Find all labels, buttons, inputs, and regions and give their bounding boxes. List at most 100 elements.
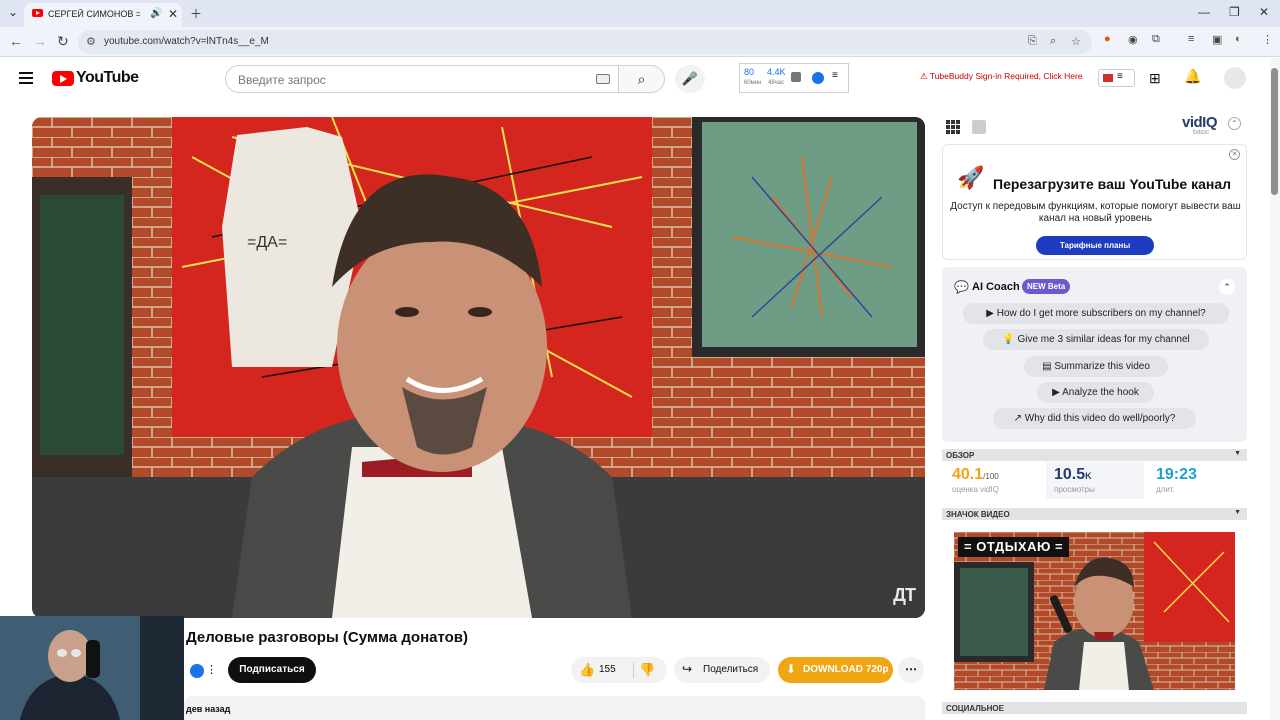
extensions-puzzle-icon[interactable]: ⧉ [1152,33,1160,46]
profile-icon[interactable]: ◐ [1235,33,1242,45]
browser-toolbar: ← → ↻ ⚙ youtube.com/watch?v=lNTn4s__e_M … [0,27,1280,57]
coach-prompt-hook[interactable]: ▶ Analyze the hook [1037,382,1154,403]
description-box[interactable]: дев назад [184,696,925,720]
tb-logo-icon[interactable] [812,72,824,84]
pricing-plans-button[interactable]: Тарифные планы [1036,236,1154,255]
thumbnail-caption: = ОТДЫХАЮ = [958,537,1070,557]
download-icon: ⬇ [786,662,797,676]
voice-search-icon[interactable]: 🎤 [675,65,705,93]
video-player[interactable]: =ДА= ДТ [32,117,925,618]
search-input[interactable]: Введите запрос [225,65,619,93]
webcam-overlay [0,616,184,720]
bookmark-star-icon[interactable]: ☆ [1071,35,1081,48]
chat-bubble-icon: 💬 [954,280,969,294]
forward-icon[interactable]: → [33,34,47,48]
coach-prompt-performance[interactable]: ↗ Why did this video do well/poorly? [993,408,1196,429]
hamburger-menu-icon[interactable] [19,72,33,87]
channel-badge-icon[interactable] [190,664,204,678]
new-tab-icon[interactable]: ＋ [190,5,202,22]
ai-coach-panel: 💬 AI Coach NEW Beta ⌃ ▶ How do I get mor… [942,267,1247,442]
channel-watermark: ДТ [893,585,916,605]
duration-label: длит. [1156,485,1175,494]
restore-icon[interactable]: ❐ [1229,5,1240,19]
vidiq-collapse-icon[interactable]: ⌃ [1228,117,1241,130]
minimize-icon[interactable]: — [1198,5,1210,19]
address-bar[interactable]: ⚙ youtube.com/watch?v=lNTn4s__e_M ⎘ ⌕ ☆ [78,30,1092,54]
video-frame: =ДА= [32,117,925,618]
browser-tab[interactable]: СЕРГЕЙ СИМОНОВ == Де 🔊 ✕ [24,3,182,27]
flag-icon [1103,74,1113,82]
vidiq-score-stat: 40.1/100 оценка vidIQ [944,462,1042,499]
promo-close-icon[interactable]: ✕ [1229,149,1240,160]
youtube-favicon-icon [32,9,43,17]
search-icon: ⌕ [637,71,646,87]
subscribe-button[interactable]: Подписаться [228,657,316,683]
views-value: 10.5K [1054,466,1092,483]
search-button[interactable]: ⌕ [618,65,665,93]
media-queue-icon[interactable]: ≡ [1188,33,1194,45]
menu-lines-icon: ≡ [1117,71,1123,82]
like-count[interactable]: 155 [599,664,616,675]
like-dislike-group: 👍 155 👎 [571,657,667,683]
thumbnail-section-header[interactable]: ЗНАЧОК ВИДЕО ▼ [942,508,1247,520]
youtube-logo-icon[interactable] [52,71,74,86]
tubebuddy-stats-widget[interactable]: 80 60мин 4.4K 48час ≡ [739,63,849,93]
reload-icon[interactable]: ↻ [57,34,69,48]
vidiq-plan-label: basic [1193,129,1210,136]
tb-chart-icon[interactable] [791,72,801,82]
coach-prompt-subscribers[interactable]: ▶ How do I get more subscribers on my ch… [963,303,1229,324]
tab-title: СЕРГЕЙ СИМОНОВ == Де [48,9,140,19]
youtube-header: YouTube Введите запрос ⌕ 🎤 80 60мин 4.4K… [0,58,1270,100]
svg-text:=ДА=: =ДА= [247,234,287,251]
vidiq-grid-icon[interactable] [946,120,960,134]
coach-collapse-icon[interactable]: ⌃ [1219,279,1235,295]
dislike-icon[interactable]: 👎 [639,662,655,678]
vidiq-chart-icon[interactable] [972,120,986,134]
rocket-icon: 🚀 [957,165,985,190]
account-avatar[interactable] [1224,67,1246,89]
install-app-icon[interactable]: ⎘ [1028,35,1037,48]
notifications-bell-icon[interactable]: 🔔 [1184,68,1201,85]
browser-tab-strip: ⌄ СЕРГЕЙ СИМОНОВ == Де 🔊 ✕ ＋ — ❐ ✕ [0,0,1280,27]
like-icon[interactable]: 👍 [579,662,595,678]
youtube-wordmark[interactable]: YouTube [76,69,139,87]
zoom-icon[interactable]: ⌕ [1050,35,1056,48]
overview-section-header[interactable]: ОБЗОР ▼ [942,449,1247,461]
tab-search-chevron-icon[interactable]: ⌄ [8,5,18,19]
overview-caret-icon: ▼ [1234,450,1241,457]
vidiq-promo-card: ✕ 🚀 Перезагрузите ваш YouTube канал Дост… [942,144,1247,260]
url-text[interactable]: youtube.com/watch?v=lNTn4s__e_M [104,36,269,47]
share-icon: ↪ [682,662,693,676]
tb-stat-2: 4.4K [767,67,786,77]
channel-more-icon[interactable]: ⋮ [206,663,217,676]
extension-fire-icon[interactable]: ● [1104,33,1111,45]
tb-stat-1: 80 [744,67,755,77]
create-video-icon[interactable]: ⊞ [1149,70,1161,87]
language-flag-button[interactable]: ≡ [1098,69,1135,87]
side-panel-icon[interactable]: ▣ [1212,33,1222,46]
tb-menu-icon[interactable]: ≡ [832,70,838,81]
coach-prompt-summarize[interactable]: ▤ Summarize this video [1024,356,1168,377]
social-section-header[interactable]: СОЦИАЛЬНОЕ [942,702,1247,714]
tubebuddy-signin-link[interactable]: ⚠ TubeBuddy Sign-in Required, Click Here [920,71,1083,82]
site-info-icon[interactable]: ⚙ [86,35,96,48]
back-icon[interactable]: ← [9,34,23,48]
tb-stat-1-label: 60мин [744,80,762,86]
close-window-icon[interactable]: ✕ [1259,5,1269,19]
social-title: СОЦИАЛЬНОЕ [946,704,1004,713]
download-button[interactable]: ⬇ DOWNLOAD 720p [778,657,893,683]
video-thumbnail[interactable]: = ОТДЫХАЮ = [954,532,1235,690]
close-tab-icon[interactable]: ✕ [168,7,178,21]
views-stat: 10.5K просмотры [1046,462,1144,499]
tb-stat-2-label: 48час [768,80,785,86]
keyboard-icon[interactable] [596,74,610,84]
browser-menu-icon[interactable]: ⋮ [1262,33,1273,46]
share-button[interactable]: ↪ Поделиться [674,657,770,683]
more-actions-button[interactable]: ⋯ [898,657,924,683]
overview-title: ОБЗОР [946,451,975,460]
extension-shield-icon[interactable]: ◉ [1128,33,1138,46]
coach-prompt-ideas[interactable]: 💡 Give me 3 similar ideas for my channel [983,329,1209,350]
views-label: просмотры [1054,485,1095,494]
speaker-icon[interactable]: 🔊 [150,8,162,19]
page-scrollbar-thumb[interactable] [1271,68,1278,195]
